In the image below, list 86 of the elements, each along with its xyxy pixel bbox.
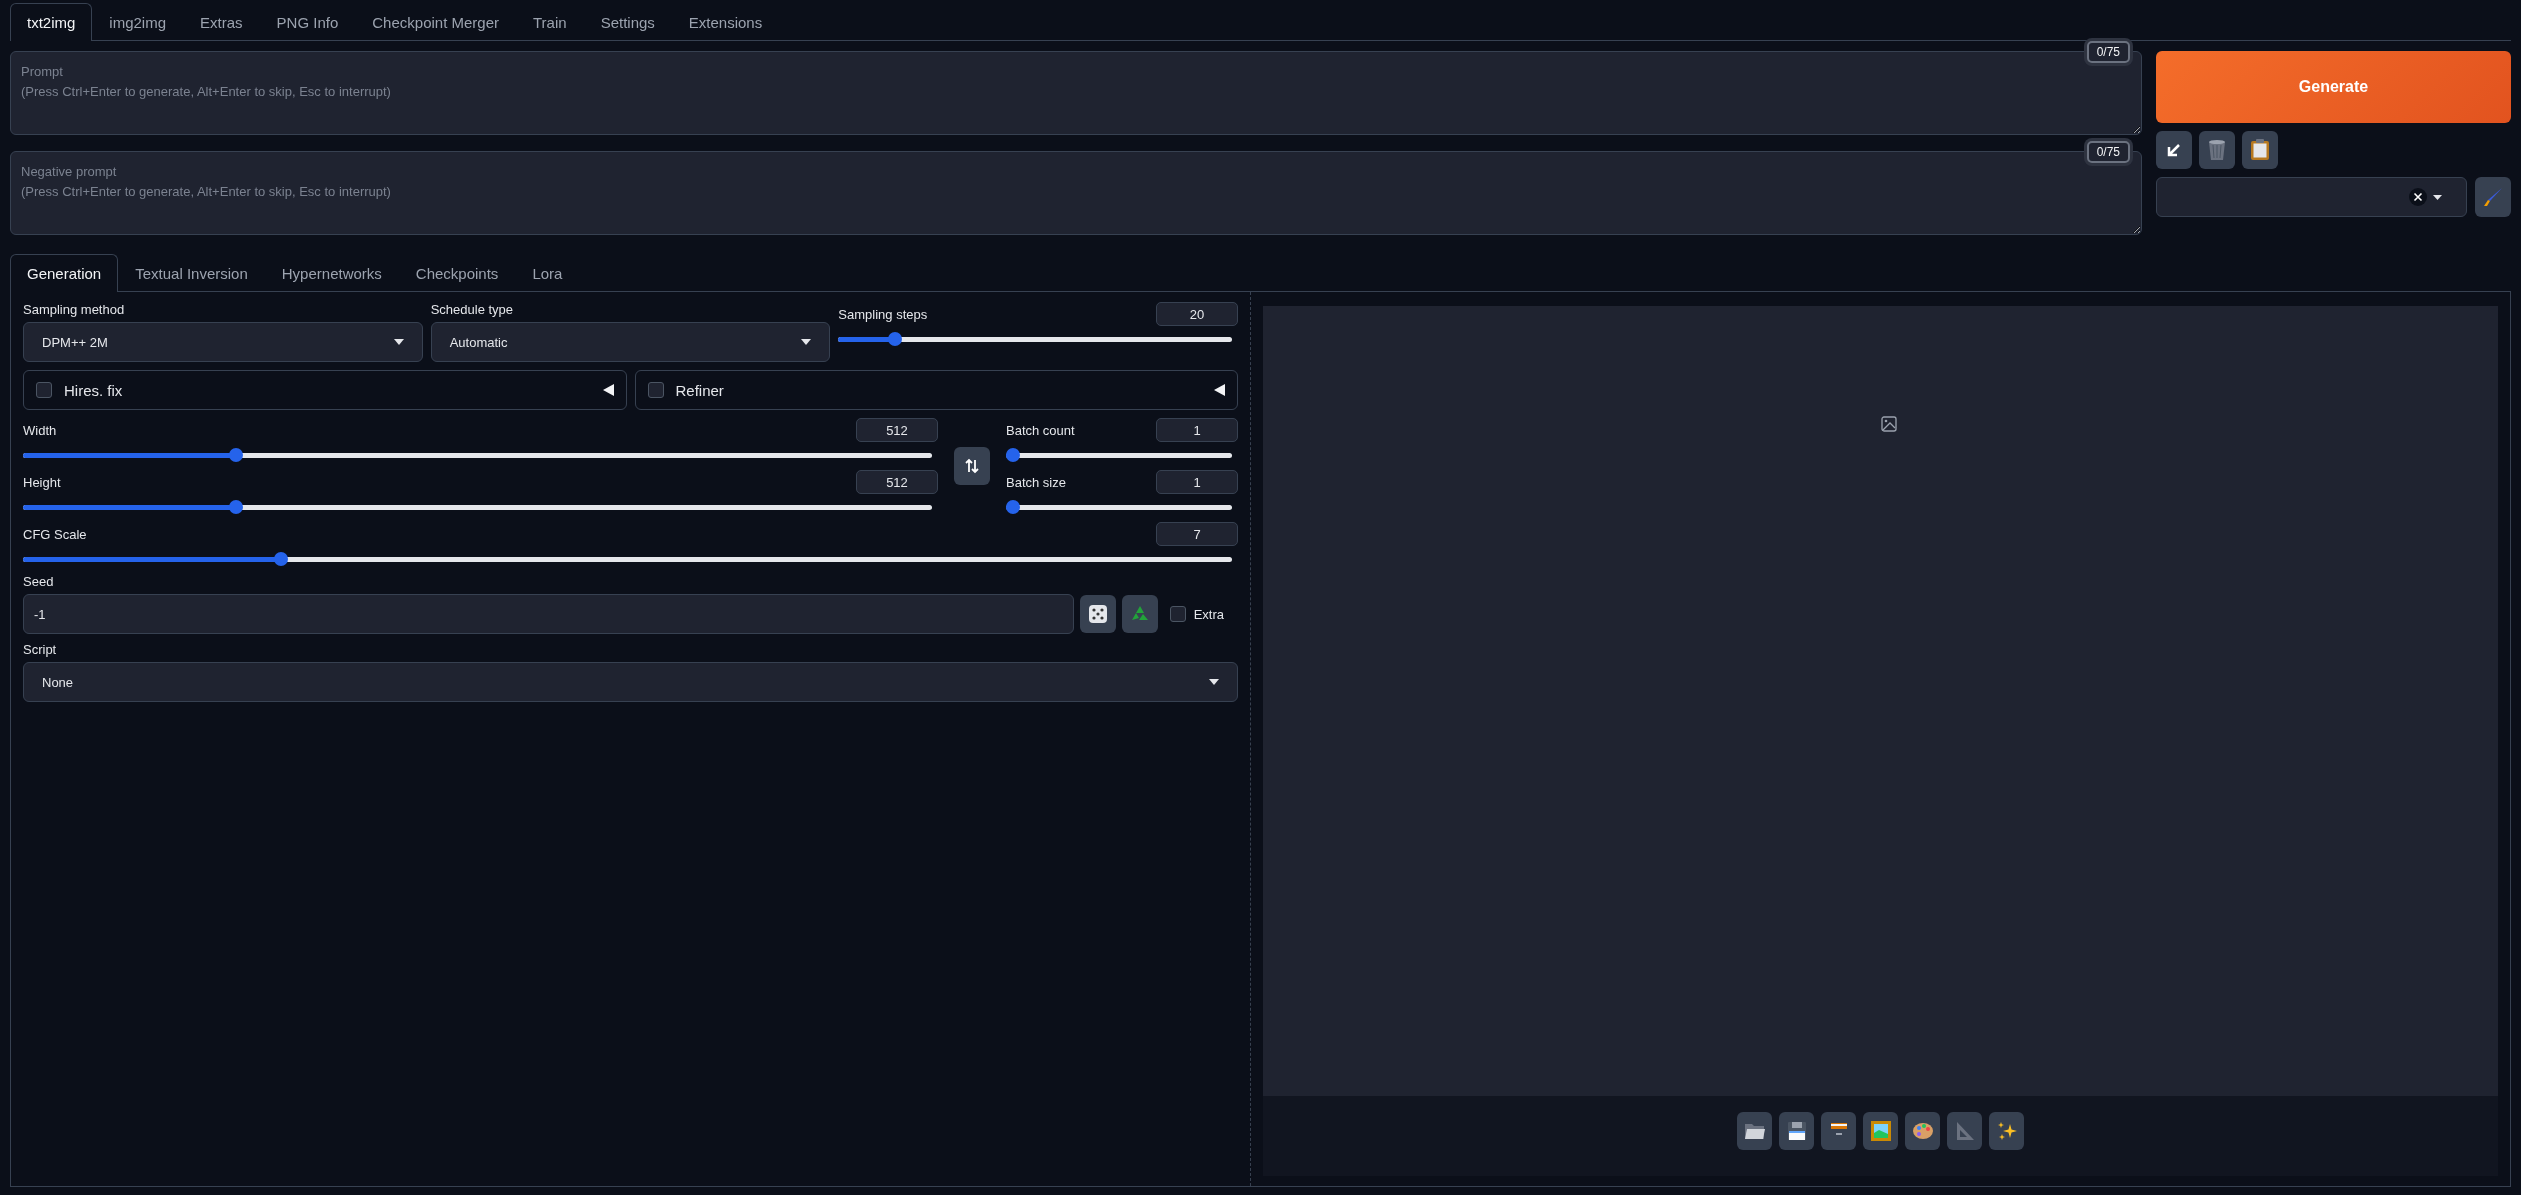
number-field[interactable]: 7 xyxy=(1156,522,1238,546)
script-dropdown[interactable]: None xyxy=(23,662,1238,702)
slider-thumb[interactable] xyxy=(1006,500,1020,514)
number-field[interactable]: 512 xyxy=(856,470,938,494)
clipboard-icon xyxy=(2250,139,2270,161)
slider-label: CFG Scale xyxy=(23,526,87,542)
tab[interactable]: Extensions xyxy=(671,3,780,41)
send-to-inpaint-button[interactable] xyxy=(1905,1112,1940,1150)
slider-label: Sampling steps xyxy=(838,306,928,322)
checkbox[interactable] xyxy=(36,382,52,398)
slider-thumb[interactable] xyxy=(1006,448,1020,462)
clipboard-button[interactable] xyxy=(2242,131,2278,169)
token-counter: 0/75 xyxy=(2086,141,2130,163)
tab[interactable]: Train xyxy=(516,3,584,41)
field-label: Seed xyxy=(23,574,55,589)
tab[interactable]: txt2img xyxy=(10,3,93,41)
slider-thumb[interactable] xyxy=(228,448,243,462)
checkbox[interactable] xyxy=(647,382,664,398)
arrow-icon xyxy=(2166,142,2182,158)
tab[interactable]: PNG Info xyxy=(259,3,356,41)
tab[interactable]: Extras xyxy=(183,3,260,41)
tab[interactable]: Checkpoint Merger xyxy=(355,3,516,41)
send-to-img2img-button[interactable] xyxy=(1863,1112,1898,1150)
paste-button[interactable] xyxy=(2156,131,2192,169)
tab[interactable]: Checkpoints xyxy=(398,254,516,292)
slider[interactable] xyxy=(1006,448,1232,462)
field-label: Schedule type xyxy=(430,302,515,317)
send-to-extras-button[interactable] xyxy=(1947,1112,1982,1150)
clear-icon xyxy=(2409,188,2427,206)
open-folder-button[interactable] xyxy=(1737,1112,1772,1150)
caret-icon xyxy=(1209,679,1219,685)
slider[interactable] xyxy=(23,448,932,462)
zip-button[interactable] xyxy=(1821,1112,1856,1150)
reuse-seed-button[interactable] xyxy=(1121,595,1158,633)
field-label: Sampling method xyxy=(23,302,126,317)
tab[interactable]: Textual Inversion xyxy=(118,254,265,292)
brush-icon xyxy=(2482,186,2504,208)
refiner-accordion[interactable]: Refiner xyxy=(634,370,1238,410)
tab[interactable]: Generation xyxy=(10,254,119,292)
slider[interactable] xyxy=(23,552,1232,566)
trash-button[interactable] xyxy=(2199,131,2235,169)
collapse-arrow-icon xyxy=(1214,384,1225,396)
tab[interactable]: Hypernetworks xyxy=(264,254,399,292)
slider[interactable] xyxy=(838,332,1232,346)
palette-icon xyxy=(1911,1121,1934,1141)
generate-info-button[interactable] xyxy=(1989,1112,2024,1150)
slider-label: Batch size xyxy=(1006,474,1066,490)
sampling-method-dropdown[interactable]: DPM++ 2M xyxy=(23,322,423,362)
caret-icon xyxy=(393,339,404,345)
caret-icon xyxy=(2433,194,2442,200)
save-button[interactable] xyxy=(1779,1112,1814,1150)
framed-picture-icon xyxy=(1870,1121,1891,1141)
field-label: Script xyxy=(23,642,58,657)
slider-label: Batch count xyxy=(1006,422,1075,438)
caret-icon xyxy=(801,339,812,345)
slider[interactable] xyxy=(23,500,932,514)
sparkles-icon xyxy=(1996,1121,2017,1141)
random-seed-button[interactable] xyxy=(1079,595,1116,633)
swap-button[interactable] xyxy=(954,447,990,485)
dice-icon xyxy=(1087,604,1108,624)
seed-field[interactable]: -1 xyxy=(23,594,1074,634)
number-field[interactable]: 1 xyxy=(1156,470,1238,494)
slider-thumb[interactable] xyxy=(228,500,243,514)
folder-icon xyxy=(1743,1121,1766,1141)
collapse-arrow-icon xyxy=(602,384,614,396)
edit-styles-button[interactable] xyxy=(2475,177,2511,217)
slider[interactable] xyxy=(1006,500,1232,514)
tab[interactable]: Settings xyxy=(583,3,672,41)
tab[interactable]: img2img xyxy=(92,3,184,41)
checkbox[interactable] xyxy=(1169,606,1186,622)
token-counter: 0/75 xyxy=(2086,41,2130,63)
checkbox-label: Extra xyxy=(1193,606,1224,622)
swap-icon xyxy=(964,458,980,474)
slider-label: Height xyxy=(23,474,61,490)
image-icon xyxy=(1880,416,1897,432)
slider-label: Width xyxy=(23,422,57,438)
number-field[interactable]: 20 xyxy=(1156,302,1238,326)
number-field[interactable]: 512 xyxy=(856,418,938,442)
tab[interactable]: Lora xyxy=(515,254,580,292)
trash-icon xyxy=(2207,139,2227,161)
number-field[interactable]: 1 xyxy=(1156,418,1238,442)
hires-fix-accordion[interactable]: Hires. fix xyxy=(23,370,627,410)
schedule-type-dropdown[interactable]: Automatic xyxy=(430,322,831,362)
slider-thumb[interactable] xyxy=(273,552,288,566)
triangle-ruler-icon xyxy=(1954,1121,1975,1141)
slider-thumb[interactable] xyxy=(887,332,902,346)
